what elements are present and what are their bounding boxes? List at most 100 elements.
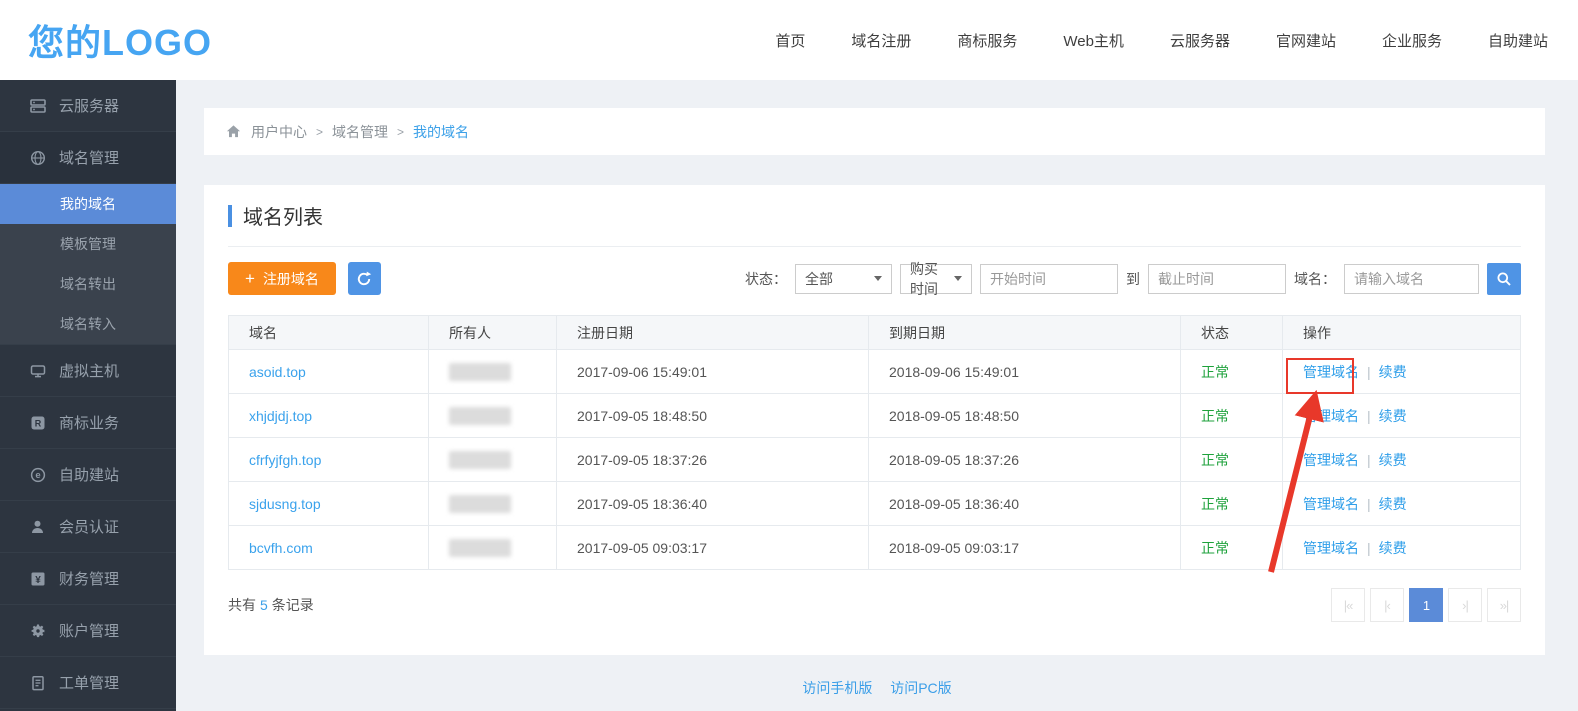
sidebar-item-cloud-server[interactable]: 云服务器 — [0, 80, 176, 132]
sidebar-item-label: 域名管理 — [59, 147, 119, 168]
svg-text:R: R — [35, 418, 42, 428]
sidebar-subitem-domain-transfer-out[interactable]: 域名转出 — [0, 264, 176, 304]
status-badge: 正常 — [1201, 540, 1229, 556]
renew-link[interactable]: 续费 — [1379, 364, 1407, 380]
owner-redacted — [449, 407, 511, 425]
manage-domain-link[interactable]: 管理域名 — [1303, 452, 1359, 468]
sidebar-subitem-my-domains[interactable]: 我的域名 — [0, 184, 176, 224]
time-type-value: 购买时间 — [910, 259, 948, 299]
nav-item-cloud-server[interactable]: 云服务器 — [1170, 30, 1230, 51]
manage-domain-link[interactable]: 管理域名 — [1303, 364, 1359, 380]
col-header-expires: 到期日期 — [869, 316, 1181, 350]
sidebar-item-label: 财务管理 — [59, 568, 119, 589]
sidebar-item-label: 自助建站 — [59, 464, 119, 485]
trademark-icon: R — [30, 415, 46, 431]
sidebar-item-label: 会员认证 — [59, 516, 119, 537]
status-badge: 正常 — [1201, 408, 1229, 424]
breadcrumb-user-center[interactable]: 用户中心 — [251, 122, 307, 142]
pc-version-link[interactable]: 访问PC版 — [890, 680, 951, 696]
main-nav: 首页 域名注册 商标服务 Web主机 云服务器 官网建站 企业服务 自助建站 — [775, 30, 1548, 51]
domain-filter-label: 域名： — [1294, 269, 1336, 289]
owner-redacted — [449, 495, 511, 513]
sidebar-item-domain-management[interactable]: 域名管理 — [0, 132, 176, 184]
record-count: 共有5条记录 — [228, 595, 314, 615]
status-select[interactable]: 全部 — [795, 264, 892, 294]
breadcrumb-domain-management[interactable]: 域名管理 — [332, 122, 388, 142]
pagination-next-button[interactable]: ›| — [1448, 588, 1482, 622]
sidebar-item-account-management[interactable]: 账户管理 — [0, 605, 176, 657]
table-footer: 共有5条记录 |« |‹ 1 ›| »| — [228, 588, 1521, 622]
sidebar-item-label: 云服务器 — [59, 95, 119, 116]
nav-item-trademark[interactable]: 商标服务 — [957, 30, 1017, 51]
expiry-date: 2018-09-05 18:48:50 — [869, 394, 1181, 438]
domain-link[interactable]: bcvfh.com — [249, 540, 313, 556]
renew-link[interactable]: 续费 — [1379, 452, 1407, 468]
status-badge: 正常 — [1201, 364, 1229, 380]
nav-item-diy-site[interactable]: 自助建站 — [1488, 30, 1548, 51]
domain-link[interactable]: xhjdjdj.top — [249, 408, 312, 424]
member-icon — [30, 519, 46, 535]
server-icon — [30, 98, 46, 114]
pagination-page-1[interactable]: 1 — [1409, 588, 1443, 622]
action-separator: | — [1359, 408, 1379, 424]
domain-search-input[interactable] — [1344, 264, 1479, 294]
nav-item-enterprise[interactable]: 企业服务 — [1382, 30, 1442, 51]
manage-domain-link[interactable]: 管理域名 — [1303, 408, 1359, 424]
sidebar-subitem-domain-transfer-in[interactable]: 域名转入 — [0, 304, 176, 344]
sidebar-item-virtual-host[interactable]: 虚拟主机 — [0, 345, 176, 397]
sidebar-subitem-template-management[interactable]: 模板管理 — [0, 224, 176, 264]
refresh-button[interactable] — [348, 262, 381, 295]
content-area: 用户中心 > 域名管理 > 我的域名 域名列表 + 注册域名 — [176, 80, 1578, 711]
chevron-down-icon — [874, 276, 882, 281]
host-icon — [30, 363, 46, 379]
ticket-icon — [30, 675, 46, 691]
nav-item-domain-register[interactable]: 域名注册 — [851, 30, 911, 51]
start-time-input[interactable] — [980, 264, 1118, 294]
pagination-prev-button[interactable]: |‹ — [1370, 588, 1404, 622]
time-type-select[interactable]: 购买时间 — [900, 264, 972, 294]
plus-icon: + — [245, 270, 255, 287]
col-header-registered: 注册日期 — [557, 316, 869, 350]
title-accent-bar — [228, 205, 232, 227]
action-separator: | — [1359, 540, 1379, 556]
pagination-last-button[interactable]: »| — [1487, 588, 1521, 622]
expiry-date: 2018-09-05 18:37:26 — [869, 438, 1181, 482]
breadcrumb-separator: > — [397, 125, 404, 139]
status-badge: 正常 — [1201, 496, 1229, 512]
nav-item-home[interactable]: 首页 — [775, 30, 805, 51]
expiry-date: 2018-09-06 15:49:01 — [869, 350, 1181, 394]
registered-date: 2017-09-05 18:37:26 — [557, 438, 869, 482]
register-domain-label: 注册域名 — [263, 269, 319, 289]
breadcrumb-my-domains[interactable]: 我的域名 — [413, 122, 469, 142]
domain-link[interactable]: cfrfyjfgh.top — [249, 452, 321, 468]
domain-link[interactable]: asoid.top — [249, 364, 306, 380]
renew-link[interactable]: 续费 — [1379, 408, 1407, 424]
status-filter-label: 状态： — [745, 269, 787, 289]
nav-item-website[interactable]: 官网建站 — [1276, 30, 1336, 51]
sidebar-item-label: 虚拟主机 — [59, 360, 119, 381]
nav-item-web-hosting[interactable]: Web主机 — [1063, 30, 1124, 51]
register-domain-button[interactable]: + 注册域名 — [228, 262, 336, 295]
action-separator: | — [1359, 452, 1379, 468]
home-icon — [226, 124, 242, 140]
registered-date: 2017-09-05 09:03:17 — [557, 526, 869, 570]
domain-link[interactable]: sjdusng.top — [249, 496, 321, 512]
end-time-input[interactable] — [1148, 264, 1286, 294]
gear-icon — [30, 623, 46, 639]
status-select-value: 全部 — [805, 269, 833, 289]
sidebar-item-member-verification[interactable]: 会员认证 — [0, 501, 176, 553]
toolbar: + 注册域名 状态： 全部 购买 — [228, 262, 1521, 295]
sidebar-item-finance-management[interactable]: ¥ 财务管理 — [0, 553, 176, 605]
page-footer: 访问手机版 访问PC版 — [176, 678, 1578, 698]
search-button[interactable] — [1487, 263, 1521, 295]
sidebar-item-ticket-management[interactable]: 工单管理 — [0, 657, 176, 709]
pagination-first-button[interactable]: |« — [1331, 588, 1365, 622]
sidebar-item-site-builder[interactable]: e 自助建站 — [0, 449, 176, 501]
manage-domain-link[interactable]: 管理域名 — [1303, 540, 1359, 556]
col-header-actions: 操作 — [1283, 316, 1521, 350]
mobile-version-link[interactable]: 访问手机版 — [802, 680, 872, 696]
manage-domain-link[interactable]: 管理域名 — [1303, 496, 1359, 512]
renew-link[interactable]: 续费 — [1379, 496, 1407, 512]
renew-link[interactable]: 续费 — [1379, 540, 1407, 556]
sidebar-item-trademark-business[interactable]: R 商标业务 — [0, 397, 176, 449]
